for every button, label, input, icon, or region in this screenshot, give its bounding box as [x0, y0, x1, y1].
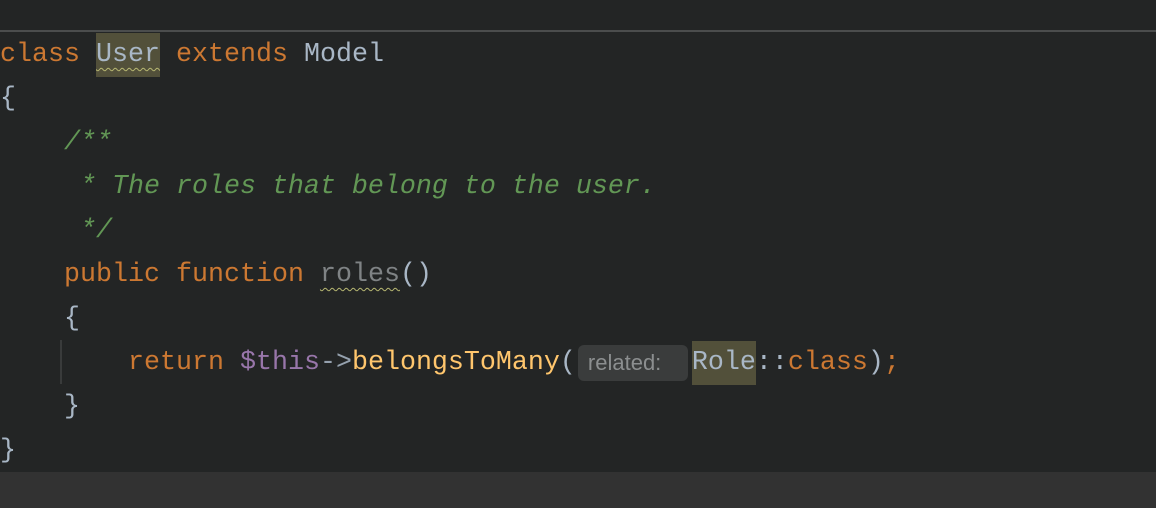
method-parens: () [399, 260, 432, 290]
this-variable[interactable]: $this [240, 348, 320, 378]
open-paren: ( [559, 348, 576, 378]
doc-comment-text: * The roles that belong to the user. [0, 172, 656, 202]
code-line-5[interactable]: */ [0, 209, 112, 253]
close-paren-semicolon: ); [867, 348, 900, 378]
code-line-1[interactable]: class User extends Model [0, 33, 384, 77]
method-open-brace: { [0, 304, 80, 334]
scope-operator: :: [755, 348, 788, 378]
code-line-6[interactable]: public function roles() [0, 253, 432, 297]
doc-comment-end: */ [0, 216, 112, 246]
code-line-3[interactable]: /** [0, 121, 112, 165]
code-editor[interactable]: class User extends Model { /** * The rol… [0, 0, 1156, 508]
keyword-function: function [175, 260, 304, 290]
keyword-class-constant: class [787, 348, 868, 378]
class-close-brace: } [0, 436, 16, 466]
code-line-7[interactable]: { [0, 297, 80, 341]
inlay-hint-related[interactable]: related: [577, 345, 688, 381]
doc-comment-start: /** [0, 128, 112, 158]
parent-class-model[interactable]: Model [304, 40, 384, 70]
keyword-return: return [127, 348, 224, 378]
code-line-9[interactable]: } [0, 385, 80, 429]
keyword-extends: extends [175, 40, 288, 70]
editor-bottom-area [0, 472, 1156, 508]
editor-separator [0, 30, 1156, 32]
method-close-brace: } [0, 392, 80, 422]
keyword-class: class [0, 40, 80, 70]
arrow-operator: -> [319, 348, 352, 378]
keyword-public: public [64, 260, 160, 290]
open-brace: { [0, 84, 16, 114]
method-call-belongs-to-many[interactable]: belongsToMany [352, 348, 560, 378]
class-ref-role[interactable]: Role [691, 341, 756, 385]
editor-top-bar [0, 0, 1156, 30]
method-name-roles[interactable]: roles [320, 260, 400, 290]
code-line-4[interactable]: * The roles that belong to the user. [0, 165, 656, 209]
class-name-user[interactable]: User [95, 33, 160, 77]
code-line-8[interactable]: return $this->belongsToMany(related: Role… [0, 341, 900, 385]
code-line-2[interactable]: { [0, 77, 16, 121]
code-line-10[interactable]: } [0, 429, 16, 473]
